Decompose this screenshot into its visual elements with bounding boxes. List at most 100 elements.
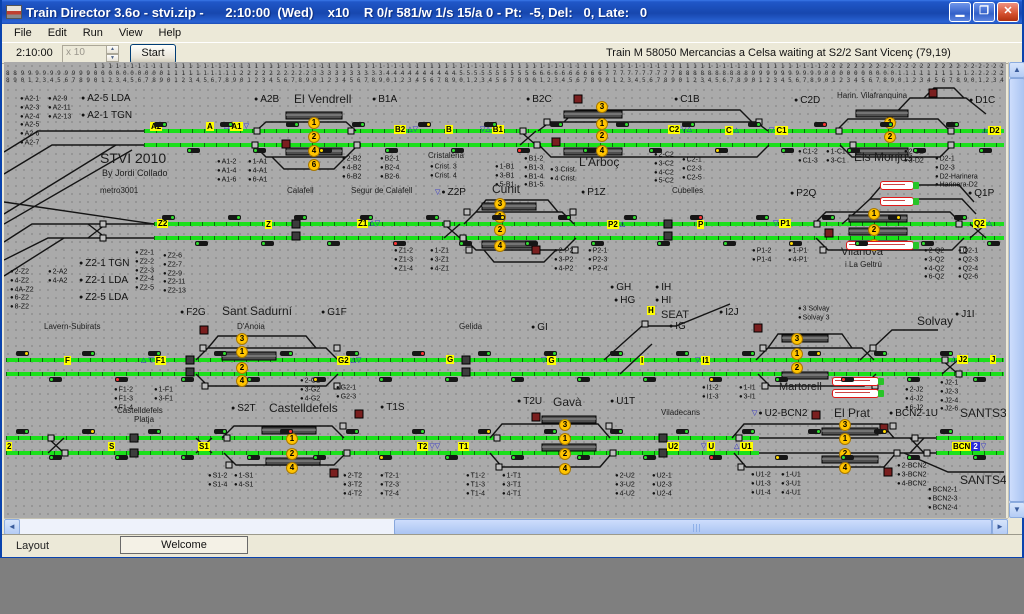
vertical-scrollbar[interactable]: ▲ ▼ [1008,62,1024,518]
signal-icon[interactable] [385,148,398,153]
signal-icon[interactable] [187,148,200,153]
signal-icon[interactable] [214,429,227,434]
signal-icon[interactable] [195,241,208,246]
signal-icon[interactable] [781,148,794,153]
signal-icon[interactable] [247,377,260,382]
menu-item-help[interactable]: Help [151,26,190,40]
signal-icon[interactable] [346,351,359,356]
signal-icon[interactable] [181,455,194,460]
menu-item-file[interactable]: File [6,26,40,40]
signal-icon[interactable] [657,241,670,246]
signal-icon[interactable] [544,351,557,356]
signal-icon[interactable] [715,148,728,153]
signal-icon[interactable] [280,351,293,356]
signal-icon[interactable] [583,148,596,153]
title-bar[interactable]: Train Director 3.6o - stvi.zip - 2:10:00… [2,0,1022,24]
signal-icon[interactable] [346,429,359,434]
train[interactable] [880,181,914,190]
signal-icon[interactable] [393,241,406,246]
minimize-button[interactable]: ▁ [949,2,971,22]
tab-welcome[interactable]: Welcome [120,536,248,554]
signal-icon[interactable] [676,429,689,434]
signal-icon[interactable] [412,429,425,434]
signal-icon[interactable] [610,351,623,356]
signal-icon[interactable] [82,351,95,356]
signal-icon[interactable] [478,429,491,434]
menu-item-view[interactable]: View [111,26,151,40]
signal-icon[interactable] [162,215,175,220]
menu-item-edit[interactable]: Edit [40,26,75,40]
signal-icon[interactable] [451,148,464,153]
signal-icon[interactable] [181,377,194,382]
signal-icon[interactable] [643,455,656,460]
signal-icon[interactable] [874,351,887,356]
signal-icon[interactable] [742,429,755,434]
signal-icon[interactable] [16,429,29,434]
signal-icon[interactable] [478,351,491,356]
signal-icon[interactable] [822,215,835,220]
signal-icon[interactable] [649,148,662,153]
signal-icon[interactable] [789,241,802,246]
menu-item-run[interactable]: Run [75,26,111,40]
signal-icon[interactable] [913,148,926,153]
signal-icon[interactable] [847,148,860,153]
layout-canvas[interactable]: 88 89 90 91 92 93 94 95 96 97 98 9910010… [4,62,1006,518]
train[interactable] [832,377,879,386]
signal-icon[interactable] [742,351,755,356]
signal-icon[interactable] [940,429,953,434]
start-button[interactable]: Start [130,44,176,64]
signal-icon[interactable] [484,122,497,127]
signal-icon[interactable] [352,122,365,127]
signal-icon[interactable] [49,455,62,460]
signal-icon[interactable] [16,351,29,356]
signal-icon[interactable] [814,122,827,127]
signal-icon[interactable] [148,351,161,356]
signal-icon[interactable] [253,148,266,153]
signal-icon[interactable] [379,455,392,460]
maximize-button[interactable]: ❐ [973,2,995,22]
signal-icon[interactable] [748,122,761,127]
signal-icon[interactable] [327,241,340,246]
horizontal-scrollbar[interactable]: ◄ ► [4,518,1008,535]
signal-icon[interactable] [907,377,920,382]
signal-icon[interactable] [855,241,868,246]
signal-icon[interactable] [115,455,128,460]
signal-icon[interactable] [115,377,128,382]
signal-icon[interactable] [418,122,431,127]
horizontal-scroll-thumb[interactable] [394,519,992,535]
signal-icon[interactable] [954,215,967,220]
speed-input[interactable]: x 10 [62,45,110,63]
signal-icon[interactable] [709,377,722,382]
signal-icon[interactable] [412,351,425,356]
signal-icon[interactable] [313,377,326,382]
signal-icon[interactable] [682,122,695,127]
signal-icon[interactable] [946,122,959,127]
signal-icon[interactable] [247,455,260,460]
signal-icon[interactable] [82,429,95,434]
scroll-up-icon[interactable]: ▲ [1009,62,1024,78]
signal-icon[interactable] [280,429,293,434]
signal-icon[interactable] [525,241,538,246]
speed-stepper[interactable]: ▲ ▼ [106,45,119,62]
signal-icon[interactable] [610,429,623,434]
signal-icon[interactable] [517,148,530,153]
signal-icon[interactable] [445,455,458,460]
signal-icon[interactable] [544,429,557,434]
signal-icon[interactable] [577,377,590,382]
train[interactable] [880,197,914,206]
signal-icon[interactable] [492,215,505,220]
close-button[interactable]: ✕ [997,2,1019,22]
signal-icon[interactable] [907,455,920,460]
signal-icon[interactable] [775,455,788,460]
signal-icon[interactable] [756,215,769,220]
signal-icon[interactable] [261,241,274,246]
scroll-down-icon[interactable]: ▼ [1009,502,1024,518]
tab-layout[interactable]: Layout [10,540,55,552]
signal-icon[interactable] [319,148,332,153]
signal-icon[interactable] [973,455,986,460]
signal-icon[interactable] [577,455,590,460]
signal-icon[interactable] [616,122,629,127]
signal-icon[interactable] [808,351,821,356]
signal-icon[interactable] [148,429,161,434]
signal-icon[interactable] [286,122,299,127]
